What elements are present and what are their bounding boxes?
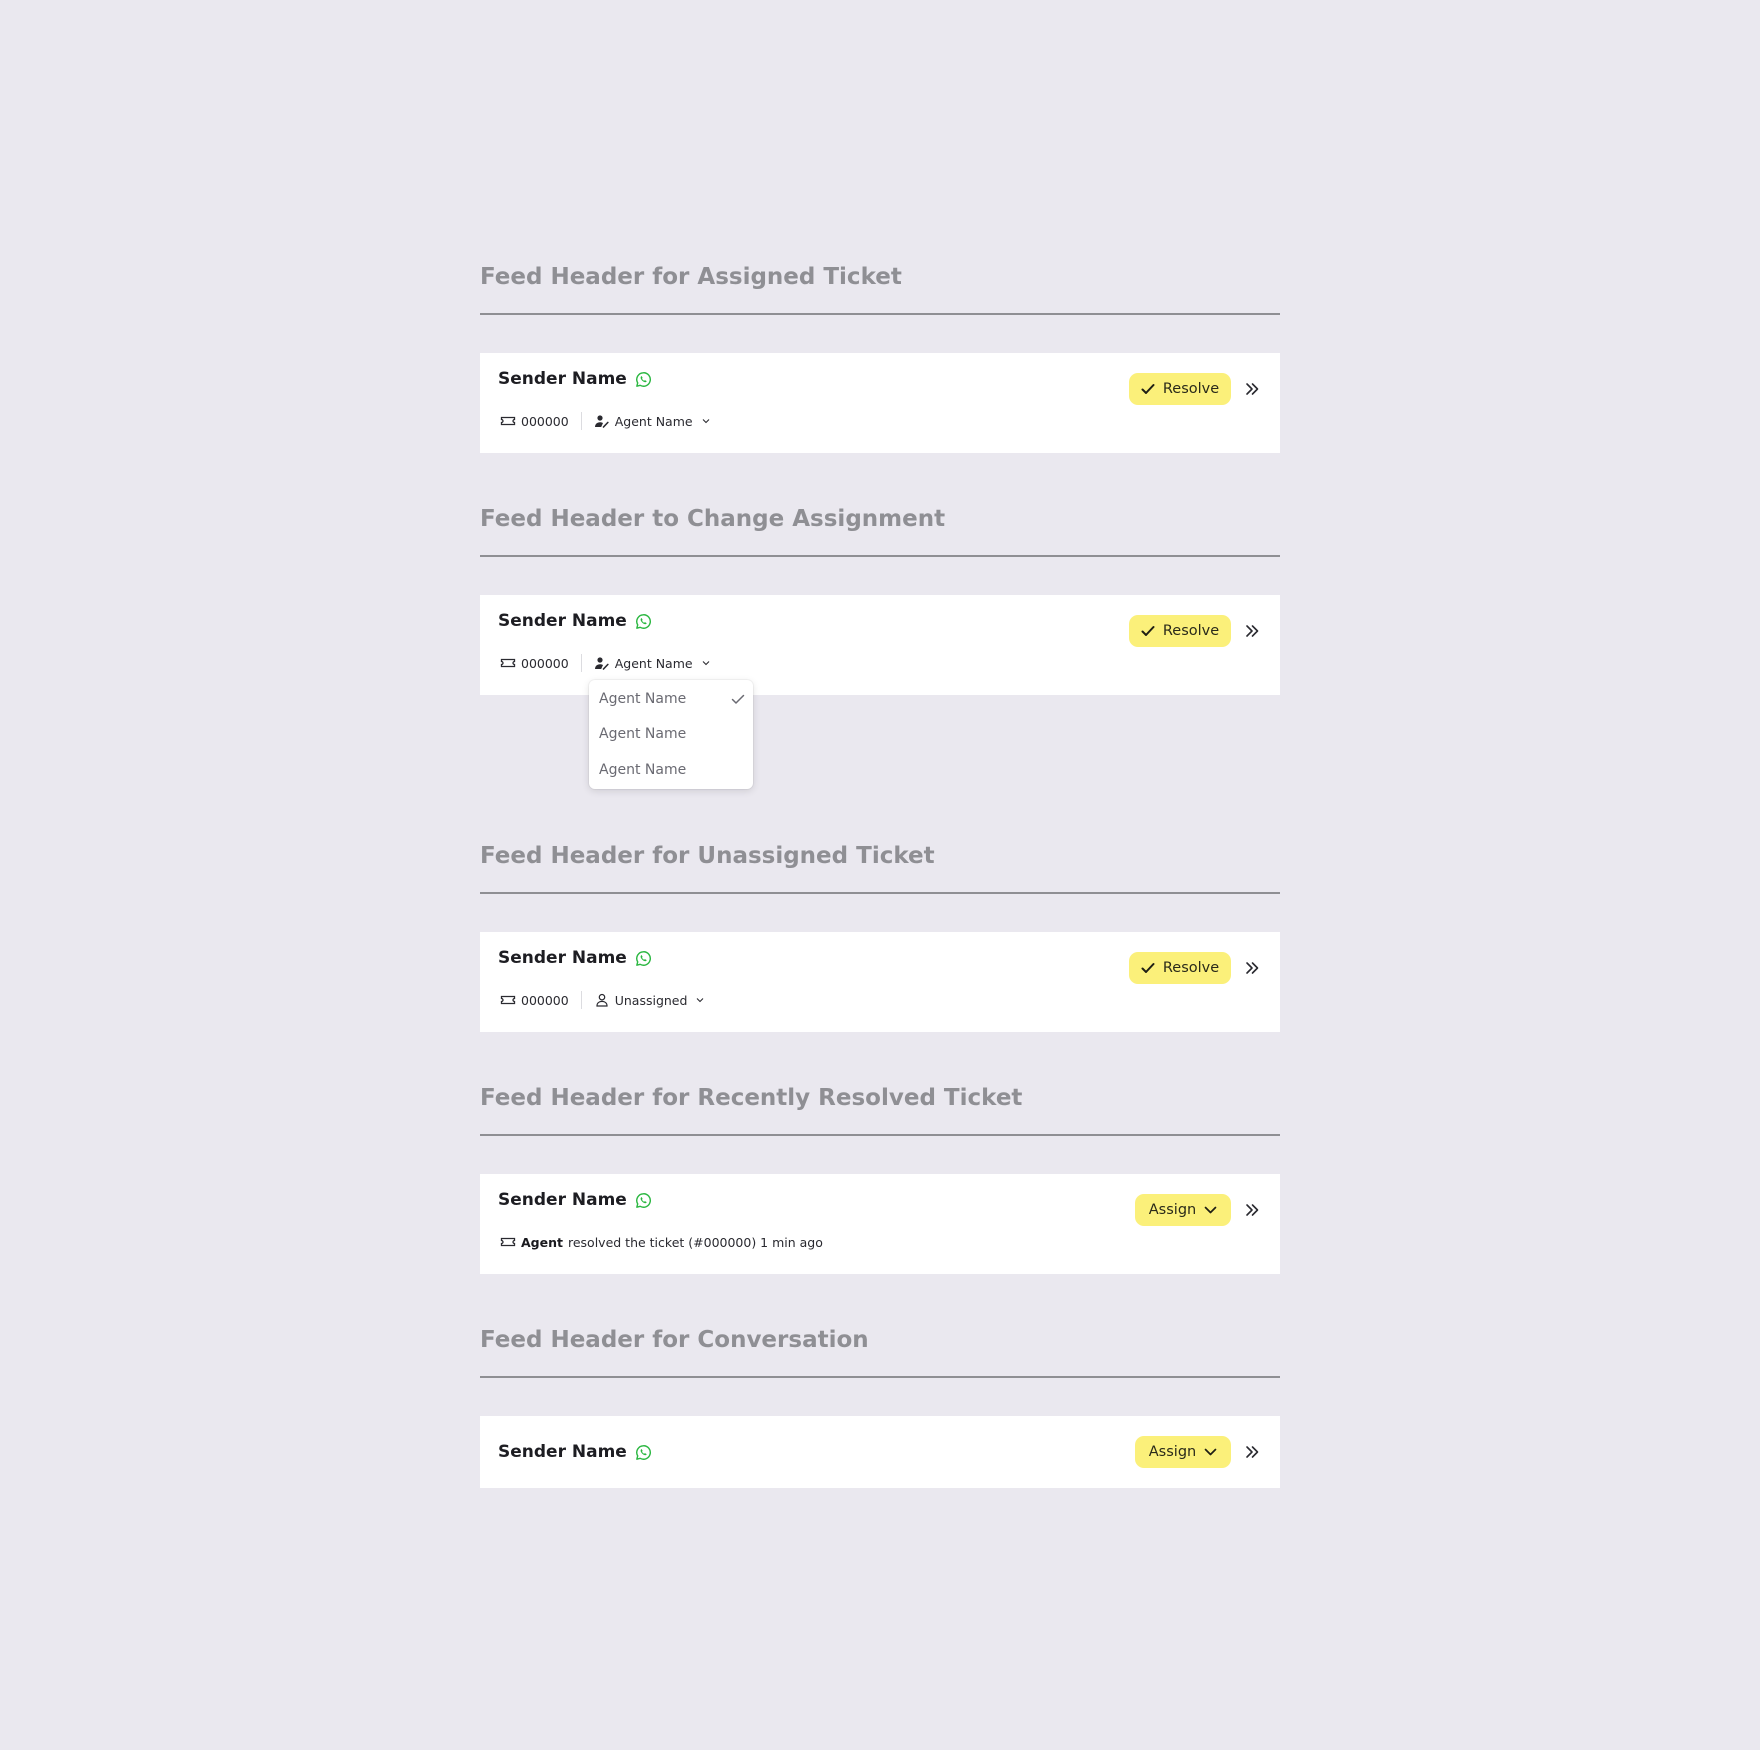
expand-button[interactable]	[1242, 1442, 1262, 1462]
check-icon	[1141, 384, 1155, 394]
sender-name: Sender Name	[498, 369, 627, 389]
user-assign-icon	[594, 415, 609, 428]
feed-header-card: Sender Name 000000 Unassigned Resolve	[480, 932, 1280, 1032]
resolution-note: Agent resolved the ticket (#000000) 1 mi…	[500, 1235, 823, 1250]
ticket-icon	[500, 995, 516, 1005]
resolved-text: resolved the ticket (#000000) 1 min ago	[567, 1234, 823, 1250]
sender: Sender Name	[498, 366, 652, 392]
resolve-label: Resolve	[1162, 960, 1220, 976]
sender-name: Sender Name	[498, 611, 627, 631]
option-label: Agent Name	[599, 691, 687, 707]
dropdown-option[interactable]: Agent Name	[599, 685, 745, 713]
chevron-down-icon	[702, 661, 709, 666]
option-label: Agent Name	[599, 726, 687, 742]
assignee-name: Unassigned	[614, 992, 688, 1008]
expand-button[interactable]	[1242, 1200, 1262, 1220]
expand-button[interactable]	[1242, 379, 1262, 399]
ticket-icon	[500, 1237, 516, 1247]
chevron-down-icon	[1204, 1206, 1217, 1213]
double-chevron-right-icon	[1246, 962, 1259, 974]
resolve-button[interactable]: Resolve	[1129, 373, 1231, 405]
assignee-name: Agent Name	[614, 655, 693, 671]
resolve-button[interactable]: Resolve	[1129, 615, 1231, 647]
assign-button[interactable]: Assign	[1135, 1194, 1231, 1226]
dropdown-option[interactable]: Agent Name	[599, 756, 745, 784]
expand-button[interactable]	[1242, 958, 1262, 978]
section-divider	[480, 555, 1280, 557]
feed-header-card: Sender Name Assign	[480, 1416, 1280, 1488]
section-title: Feed Header for Unassigned Ticket	[480, 843, 935, 869]
check-icon	[1141, 626, 1155, 636]
feed-header-card: Sender Name 000000 Agent Name Resolve	[480, 353, 1280, 453]
option-label: Agent Name	[599, 762, 687, 778]
sender: Sender Name	[498, 1439, 652, 1465]
whatsapp-icon	[635, 1192, 651, 1208]
whatsapp-icon	[635, 613, 651, 629]
resolve-button[interactable]: Resolve	[1129, 952, 1231, 984]
assignee-dropdown[interactable]: Agent Name	[582, 414, 711, 429]
resolve-label: Resolve	[1162, 623, 1220, 639]
assign-label: Assign	[1148, 1202, 1197, 1218]
ticket-id: 000000	[521, 992, 569, 1008]
section-title: Feed Header to Change Assignment	[480, 506, 946, 532]
sender: Sender Name	[498, 1187, 652, 1213]
sender-name: Sender Name	[498, 1190, 627, 1210]
ticket-id-group: 000000	[500, 654, 582, 672]
ticket-icon	[500, 416, 516, 426]
dropdown-option[interactable]: Agent Name	[599, 720, 745, 748]
whatsapp-icon	[635, 950, 651, 966]
check-icon	[1141, 963, 1155, 973]
ticket-id-group: 000000	[500, 412, 582, 430]
resolved-agent: Agent	[521, 1234, 563, 1250]
resolution-meta: Agent resolved the ticket (#000000) 1 mi…	[500, 1232, 823, 1252]
ticket-meta: 000000 Agent Name	[500, 411, 711, 431]
ticket-meta: 000000 Agent Name	[500, 653, 711, 673]
ticket-meta: 000000 Unassigned	[500, 990, 705, 1010]
ticket-icon	[500, 658, 516, 668]
feed-header-card: Sender Name Agent resolved the ticket (#…	[480, 1174, 1280, 1274]
section-divider	[480, 313, 1280, 315]
section-title: Feed Header for Assigned Ticket	[480, 264, 902, 290]
chevron-down-icon	[697, 998, 704, 1003]
section-divider	[480, 1376, 1280, 1378]
assignee-name: Agent Name	[614, 413, 693, 429]
sender-name: Sender Name	[498, 948, 627, 968]
assign-button[interactable]: Assign	[1135, 1436, 1231, 1468]
chevron-down-icon	[702, 419, 709, 424]
sender: Sender Name	[498, 945, 652, 971]
resolve-label: Resolve	[1162, 381, 1220, 397]
chevron-down-icon	[1204, 1448, 1217, 1455]
ticket-id: 000000	[521, 413, 569, 429]
assignee-dropdown-menu: Agent Name Agent Name Agent Name	[589, 680, 753, 789]
sender: Sender Name	[498, 608, 652, 634]
check-icon	[731, 694, 745, 704]
whatsapp-icon	[635, 1444, 651, 1460]
ticket-id: 000000	[521, 655, 569, 671]
double-chevron-right-icon	[1246, 1204, 1259, 1216]
whatsapp-icon	[635, 371, 651, 387]
section-title: Feed Header for Conversation	[480, 1327, 869, 1353]
sender-name: Sender Name	[498, 1442, 627, 1462]
section-divider	[480, 1134, 1280, 1136]
expand-button[interactable]	[1242, 621, 1262, 641]
double-chevron-right-icon	[1246, 625, 1259, 637]
double-chevron-right-icon	[1246, 383, 1259, 395]
user-assign-icon	[594, 657, 609, 670]
assign-label: Assign	[1148, 1444, 1197, 1460]
ticket-id-group: 000000	[500, 991, 582, 1009]
assignee-dropdown[interactable]: Agent Name	[582, 656, 711, 671]
double-chevron-right-icon	[1246, 1446, 1259, 1458]
section-divider	[480, 892, 1280, 894]
user-icon	[596, 993, 608, 1007]
section-title: Feed Header for Recently Resolved Ticket	[480, 1085, 1023, 1111]
assignee-dropdown[interactable]: Unassigned	[582, 993, 706, 1008]
